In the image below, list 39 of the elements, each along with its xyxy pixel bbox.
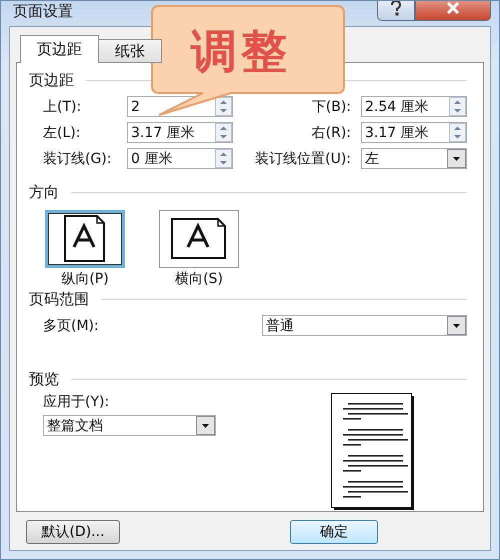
spinner-icon[interactable] bbox=[215, 149, 232, 168]
spinner-icon[interactable] bbox=[215, 123, 232, 142]
dropdown-field[interactable]: 普通 bbox=[262, 315, 467, 336]
orientation-option[interactable] bbox=[45, 210, 125, 268]
spin-field[interactable]: 3.17 厘米 bbox=[361, 122, 467, 143]
tab[interactable]: 纸张 bbox=[98, 39, 162, 63]
field-label: 下(B): bbox=[310, 98, 352, 116]
callout-text: 调整 bbox=[191, 23, 291, 80]
spinner-icon[interactable] bbox=[449, 123, 466, 142]
section-title: 方向 bbox=[29, 183, 59, 202]
section-title: 预览 bbox=[29, 370, 59, 389]
spin-field[interactable]: 2.54 厘米 bbox=[361, 96, 467, 117]
field-label: 上(T): bbox=[43, 98, 82, 116]
close-button[interactable] bbox=[415, 1, 491, 20]
option-label: 横向(S) bbox=[175, 270, 223, 288]
field-label: 左(L): bbox=[43, 124, 82, 142]
spinner-icon[interactable] bbox=[449, 97, 466, 116]
field-label: 多页(M): bbox=[43, 316, 99, 334]
close-icon bbox=[446, 2, 460, 14]
help-icon bbox=[390, 1, 402, 16]
section-title: 页边距 bbox=[29, 71, 74, 90]
default-button[interactable]: 默认(D)... bbox=[26, 520, 120, 544]
orientation-option[interactable] bbox=[159, 210, 239, 268]
option-label: 纵向(P) bbox=[61, 270, 109, 288]
spin-field[interactable]: 3.17 厘米 bbox=[127, 122, 233, 143]
tab[interactable]: 页边距 bbox=[20, 35, 99, 63]
dropdown-field[interactable]: 左 bbox=[361, 148, 467, 169]
field-label: 装订线(G): bbox=[43, 150, 112, 168]
window-title: 页面设置 bbox=[13, 2, 74, 21]
field-label: 装订线位置(U): bbox=[254, 150, 352, 168]
landscape-page-icon bbox=[170, 217, 228, 261]
section-title: 页码范围 bbox=[29, 290, 89, 309]
help-button[interactable] bbox=[377, 1, 415, 20]
ok-button[interactable]: 确定 bbox=[290, 520, 378, 544]
field-label: 应用于(Y): bbox=[43, 393, 110, 411]
field-label: 右(R): bbox=[310, 124, 352, 142]
spin-field[interactable]: 0 厘米 bbox=[127, 148, 233, 169]
dropdown-field[interactable]: 整篇文档 bbox=[43, 415, 216, 436]
portrait-page-icon bbox=[63, 214, 107, 264]
